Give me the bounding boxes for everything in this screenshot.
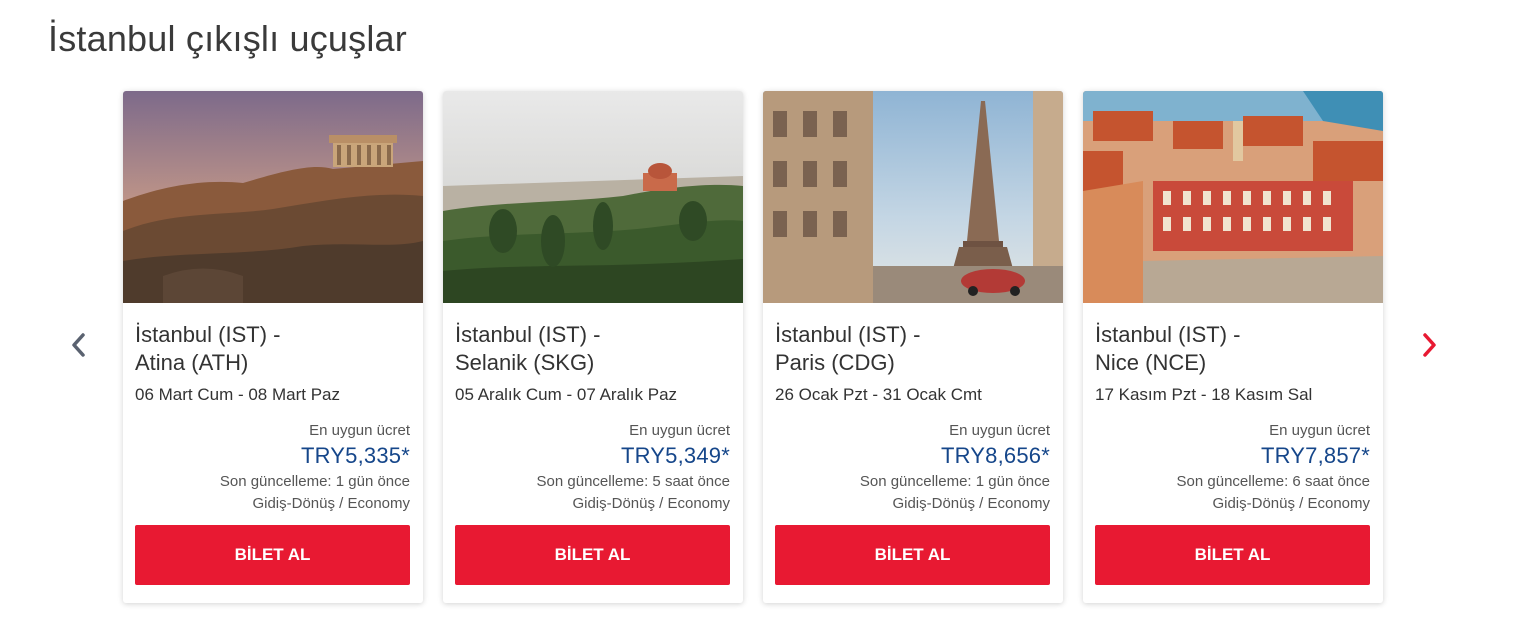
price-label: En uygun ücret [309, 422, 410, 439]
buy-ticket-button[interactable]: BİLET AL [775, 525, 1050, 585]
price-value: TRY7,857* [1260, 443, 1370, 468]
buy-ticket-button[interactable]: BİLET AL [135, 525, 410, 585]
flight-card-athens[interactable]: İstanbul (IST) - Atina (ATH) 06 Mart Cum… [123, 91, 423, 603]
flight-card-paris[interactable]: İstanbul (IST) - Paris (CDG) 26 Ocak Pzt… [763, 91, 1063, 603]
section-title: İstanbul çıkışlı uçuşlar [48, 18, 407, 59]
price-block: En uygun ücret TRY8,656* Son güncelleme:… [860, 421, 1050, 515]
route-origin: İstanbul (IST) - [135, 322, 281, 347]
price-block: En uygun ücret TRY5,335* Son güncelleme:… [220, 421, 410, 515]
route-destination: Paris (CDG) [775, 350, 895, 375]
price-label: En uygun ücret [949, 422, 1050, 439]
carousel-next-button[interactable] [1414, 330, 1444, 360]
thessaloniki-photo [443, 91, 743, 303]
chevron-right-icon [1423, 333, 1436, 357]
price-label: En uygun ücret [629, 422, 730, 439]
travel-dates: 05 Aralık Cum - 07 Aralık Paz [455, 385, 678, 404]
last-updated: Son güncelleme: 6 saat önce [1176, 473, 1370, 490]
route-origin: İstanbul (IST) - [1095, 322, 1241, 347]
nice-rooftops-photo [1083, 91, 1383, 303]
route-destination: Atina (ATH) [135, 350, 249, 375]
trip-type: Gidiş-Dönüş / Economy [892, 495, 1050, 512]
route-text: İstanbul (IST) - Nice (NCE) [1095, 321, 1375, 377]
last-updated: Son güncelleme: 1 gün önce [859, 473, 1050, 490]
price-block: En uygun ücret TRY7,857* Son güncelleme:… [1177, 421, 1370, 515]
route-text: İstanbul (IST) - Paris (CDG) [775, 321, 1055, 377]
route-destination: Selanik (SKG) [455, 350, 595, 375]
route-origin: İstanbul (IST) - [775, 322, 921, 347]
route-origin: İstanbul (IST) - [455, 322, 601, 347]
carousel-prev-button[interactable] [64, 330, 94, 360]
buy-ticket-button[interactable]: BİLET AL [1095, 525, 1370, 585]
flight-card-nice[interactable]: İstanbul (IST) - Nice (NCE) 17 Kasım Pzt… [1083, 91, 1383, 603]
travel-dates: 06 Mart Cum - 08 Mart Paz [135, 385, 341, 404]
buy-ticket-button[interactable]: BİLET AL [455, 525, 730, 585]
trip-type: Gidiş-Dönüş / Economy [572, 495, 730, 512]
route-destination: Nice (NCE) [1095, 350, 1207, 375]
trip-type: Gidiş-Dönüş / Economy [1212, 495, 1370, 512]
athens-acropolis-photo [123, 91, 423, 303]
chevron-left-icon [72, 333, 85, 357]
price-value: TRY5,335* [300, 443, 410, 468]
trip-type: Gidiş-Dönüş / Economy [252, 495, 410, 512]
route-text: İstanbul (IST) - Atina (ATH) [135, 321, 415, 377]
price-value: TRY8,656* [940, 443, 1050, 468]
last-updated: Son güncelleme: 5 saat önce [536, 473, 730, 490]
last-updated: Son güncelleme: 1 gün önce [219, 473, 410, 490]
paris-eiffel-photo [763, 91, 1063, 303]
flight-card-thessaloniki[interactable]: İstanbul (IST) - Selanik (SKG) 05 Aralık… [443, 91, 743, 603]
price-block: En uygun ücret TRY5,349* Son güncelleme:… [537, 421, 730, 515]
price-value: TRY5,349* [620, 443, 730, 468]
price-label: En uygun ücret [1269, 422, 1370, 439]
travel-dates: 26 Ocak Pzt - 31 Ocak Cmt [775, 385, 982, 404]
travel-dates: 17 Kasım Pzt - 18 Kasım Sal [1095, 385, 1313, 404]
route-text: İstanbul (IST) - Selanik (SKG) [455, 321, 735, 377]
